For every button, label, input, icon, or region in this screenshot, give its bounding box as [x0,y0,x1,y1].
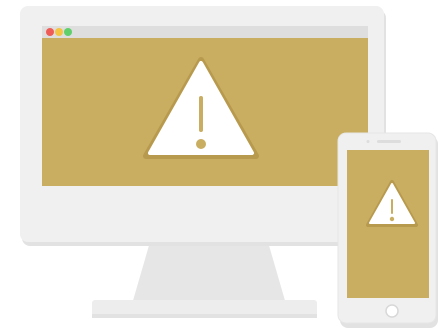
monitor-stand-base-shadow [92,314,317,318]
phone-camera [366,140,370,143]
phone-home-button [385,304,399,318]
monitor-stand-neck [132,242,286,304]
exclamation-dot [196,139,206,149]
close-dot [46,28,54,36]
maximize-dot [64,28,72,36]
phone-speaker [377,140,401,143]
illustration-svg [20,6,438,328]
exclamation-bar [391,199,393,214]
window-titlebar [42,26,368,38]
error-illustration [0,0,438,329]
exclamation-dot [389,216,395,222]
exclamation-bar [199,96,203,132]
minimize-dot [55,28,63,36]
